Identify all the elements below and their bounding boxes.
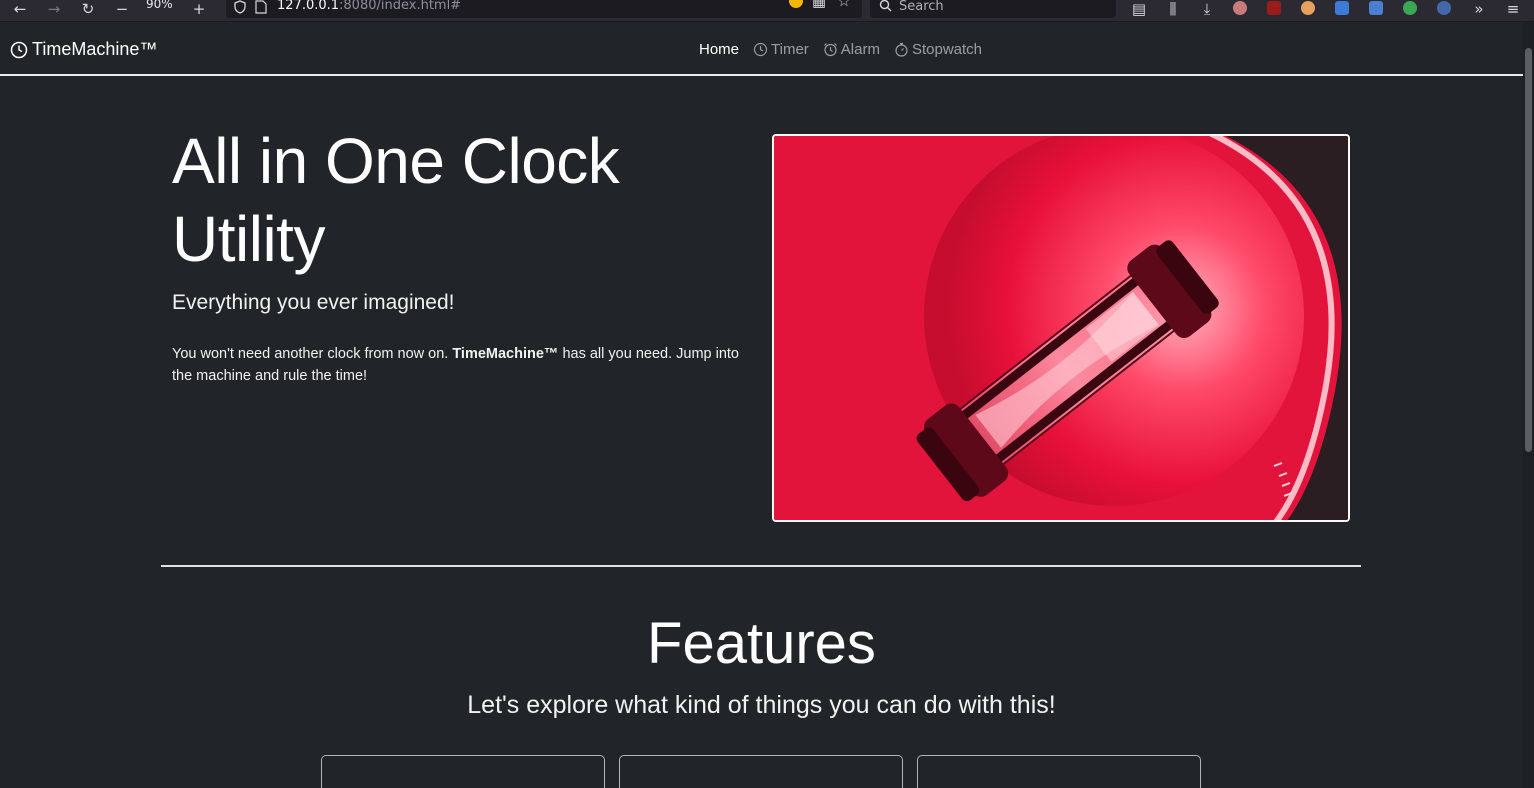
hourglass-image <box>772 134 1350 522</box>
zoom-out-icon[interactable]: − <box>113 0 131 18</box>
clock-icon <box>753 42 768 57</box>
clock-icon <box>10 41 28 58</box>
translate-icon[interactable] <box>1369 1 1383 15</box>
overflow-icon[interactable]: » <box>1470 0 1488 18</box>
zoom-level[interactable]: 90% <box>146 0 173 11</box>
nav-stopwatch[interactable]: Stopwatch <box>894 41 982 58</box>
brand-link[interactable]: TimeMachine™ <box>10 39 157 60</box>
search-icon <box>879 0 892 12</box>
zoom-in-icon[interactable]: + <box>190 0 208 18</box>
feature-card <box>321 755 605 788</box>
brand-name: TimeMachine™ <box>32 39 158 59</box>
nav-home[interactable]: Home <box>699 41 739 58</box>
ublock-icon[interactable] <box>1267 1 1281 15</box>
grid-icon[interactable]: ▦ <box>811 0 827 10</box>
hero-text-before: You won't need another clock from now on… <box>172 346 453 362</box>
url-path: :8080/index.html# <box>339 0 462 13</box>
page-icon <box>255 0 267 14</box>
nav-stopwatch-label: Stopwatch <box>911 41 983 58</box>
section-divider <box>161 565 1361 567</box>
url-bar[interactable]: 127.0.0.1:8080/index.html# ▦ ☆ <box>226 0 862 18</box>
bookmark-star-icon[interactable]: ☆ <box>836 0 852 10</box>
features-title: Features <box>647 611 876 676</box>
shield-icon <box>234 0 246 14</box>
hero-text-bold: TimeMachine™ <box>452 346 559 362</box>
search-box[interactable]: Search <box>870 0 1116 18</box>
feature-card <box>917 755 1201 788</box>
alarm-icon <box>823 43 837 57</box>
nav-timer-label: Timer <box>771 41 809 58</box>
hourglass-illustration <box>774 136 1348 520</box>
extension-cursor-icon[interactable] <box>1437 1 1451 15</box>
url-text[interactable]: 127.0.0.1:8080/index.html# <box>277 0 461 13</box>
scrollbar-thumb[interactable] <box>1525 48 1532 452</box>
nav-alarm[interactable]: Alarm <box>823 41 880 58</box>
library-icon[interactable]: ⫼ <box>1164 0 1182 18</box>
feature-card <box>619 755 903 788</box>
search-placeholder: Search <box>899 0 944 14</box>
hero-lead: Everything you ever imagined! <box>172 291 455 314</box>
stopwatch-icon <box>895 42 908 57</box>
warning-icon[interactable] <box>789 0 803 8</box>
hero-description: You won't need another clock from now on… <box>172 343 762 387</box>
reload-icon[interactable]: ↻ <box>79 0 97 18</box>
url-host: 127.0.0.1 <box>277 0 340 13</box>
site-navbar: TimeMachine™ Home Timer Alarm Stopwatch <box>0 23 1523 76</box>
hero-title: All in One Clock Utility <box>172 125 620 275</box>
forward-icon[interactable]: → <box>45 0 63 18</box>
nav-timer[interactable]: Timer <box>753 41 809 58</box>
nav-home-label: Home <box>699 41 740 58</box>
menu-icon[interactable]: ≡ <box>1504 0 1522 18</box>
browser-toolbar: ← → ↻ − 90% + 127.0.0.1:8080/index.html#… <box>0 0 1534 22</box>
extension-calendar-icon[interactable] <box>1335 1 1349 15</box>
nav-links: Home Timer Alarm Stopwatch <box>699 41 982 58</box>
features-subtitle: Let's explore what kind of things you ca… <box>467 691 1056 719</box>
nav-alarm-label: Alarm <box>840 41 880 58</box>
page-scrollbar[interactable] <box>1523 22 1534 788</box>
extension-avatar-icon[interactable] <box>1233 1 1247 15</box>
back-icon[interactable]: ← <box>11 0 29 18</box>
download-icon[interactable]: ⤓ <box>1198 0 1216 18</box>
extension-green-icon[interactable] <box>1403 1 1417 15</box>
sidebar-icon[interactable]: ▤ <box>1130 0 1148 18</box>
extension-eyes-icon[interactable] <box>1301 1 1315 15</box>
